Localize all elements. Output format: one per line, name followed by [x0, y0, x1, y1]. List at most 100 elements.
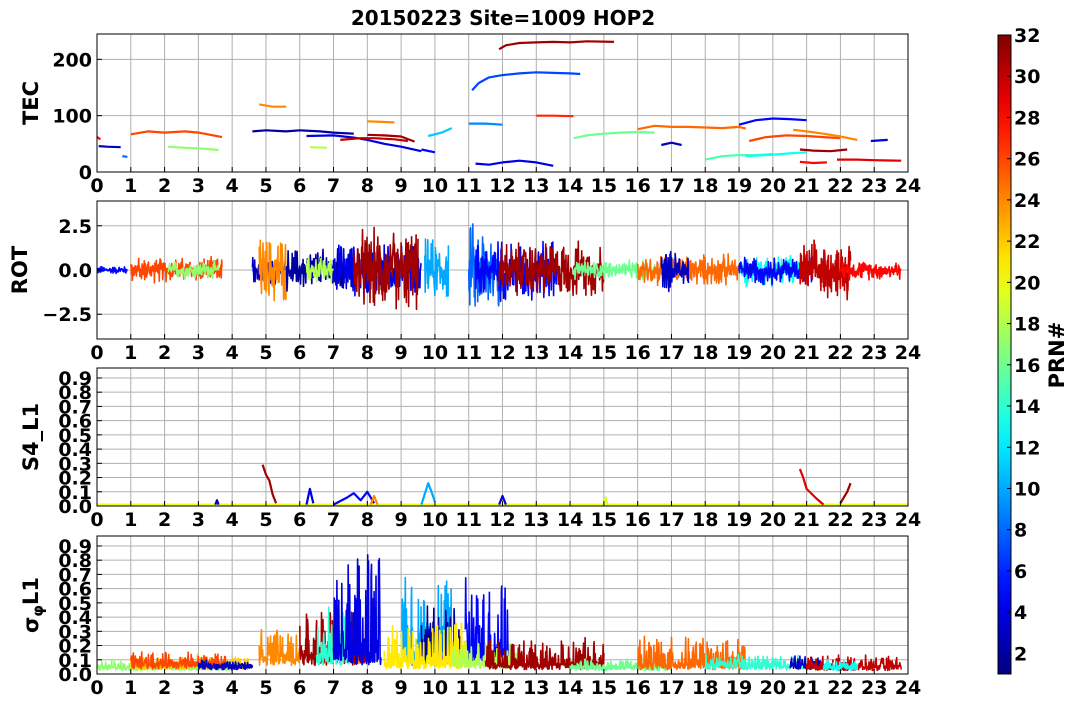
x-tick-label: 7 — [327, 509, 340, 531]
y-tick-label: 0 — [79, 162, 92, 184]
series-line-prn-4 — [332, 554, 382, 666]
series-line-prn-5 — [421, 148, 436, 154]
series-line-prn-11 — [427, 127, 453, 138]
x-tick-label: 1 — [124, 175, 137, 197]
x-tick-label: 15 — [591, 175, 617, 197]
x-tick-label: 19 — [726, 509, 752, 531]
series-line-prn-31 — [799, 148, 848, 153]
panel-0: 0 1 2 3 4 5 6 7 8 9 10 11 12 13 14 15 16 17 18 19 20 21 22 23 24… — [19, 33, 921, 197]
x-tick-label: 24 — [895, 175, 921, 197]
x-tick-label: 14 — [557, 509, 583, 531]
series-line-prn-2 — [252, 129, 354, 135]
x-tick-label: 7 — [327, 342, 340, 364]
x-tick-label: 9 — [395, 342, 408, 364]
x-tick-label: 5 — [259, 677, 272, 699]
x-tick-label: 20 — [760, 342, 786, 364]
x-tick-label: 4 — [226, 509, 239, 531]
y-axis-label: ROT — [8, 245, 32, 294]
series-line-prn-31 — [839, 482, 852, 504]
panel-2: 0 1 2 3 4 5 6 7 8 9 10 11 12 13 14 15 16 17 18 19 20 21 22 23 24… — [19, 367, 921, 531]
x-tick-label: 11 — [455, 509, 481, 531]
series-line-prn-26 — [748, 134, 841, 143]
x-tick-label: 21 — [793, 677, 819, 699]
x-tick-label: 3 — [192, 509, 205, 531]
x-tick-label: 17 — [658, 175, 684, 197]
x-tick-label: 0 — [90, 342, 103, 364]
x-tick-label: 18 — [692, 677, 718, 699]
series-line-prn-7 — [471, 71, 581, 92]
x-tick-label: 16 — [624, 175, 650, 197]
colorbar-tick-label: 28 — [1014, 107, 1040, 129]
x-tick-label: 12 — [489, 175, 515, 197]
y-tick-label: 100 — [52, 106, 92, 128]
x-tick-label: 7 — [327, 175, 340, 197]
series-group — [97, 223, 902, 311]
x-tick-label: 17 — [658, 509, 684, 531]
series-line-prn-3 — [98, 145, 121, 149]
series-line-prn-25 — [637, 124, 747, 131]
x-tick-label: 19 — [726, 342, 752, 364]
series-line-prn-29 — [798, 468, 825, 506]
series-line-prn-3 — [660, 250, 690, 293]
colorbar: 2468101214161820222426283032PRN# — [997, 25, 1069, 675]
colorbar-bar — [997, 34, 1012, 675]
x-tick-label: 22 — [827, 175, 853, 197]
x-tick-label: 15 — [591, 677, 617, 699]
x-tick-label: 7 — [327, 677, 340, 699]
chart-title: 20150223 Site=1009 HOP2 — [351, 6, 655, 30]
x-tick-label: 16 — [624, 342, 650, 364]
series-line-prn-4 — [475, 159, 554, 167]
panel-3: 0 1 2 3 4 5 6 7 8 9 10 11 12 13 14 15 16 17 18 19 20 21 22 23 24… — [19, 535, 921, 699]
x-tick-label: 23 — [861, 175, 887, 197]
series-line-prn-17 — [167, 145, 219, 152]
x-tick-label: 22 — [827, 677, 853, 699]
x-tick-label: 5 — [259, 509, 272, 531]
colorbar-tick-label: 6 — [1014, 561, 1027, 583]
x-tick-label: 18 — [692, 342, 718, 364]
x-tick-label: 13 — [523, 509, 549, 531]
colorbar-tick-label: 24 — [1014, 190, 1040, 212]
x-tick-label: 9 — [395, 677, 408, 699]
x-tick-label: 9 — [395, 175, 408, 197]
x-tick-label: 23 — [861, 509, 887, 531]
colorbar-tick-label: 18 — [1014, 314, 1040, 336]
x-tick-label: 23 — [861, 677, 887, 699]
x-tick-label: 21 — [793, 175, 819, 197]
x-tick-label: 19 — [726, 175, 752, 197]
panel-1: 0 1 2 3 4 5 6 7 8 9 10 11 12 13 14 15 16 17 18 19 20 21 22 23 24… — [8, 200, 921, 364]
series-line-prn-31 — [261, 464, 278, 504]
x-tick-label: 8 — [361, 677, 374, 699]
series-line-prn-4 — [870, 138, 888, 143]
series-line-prn-24 — [258, 628, 301, 667]
x-tick-label: 18 — [692, 175, 718, 197]
x-tick-label: 12 — [489, 342, 515, 364]
x-tick-label: 20 — [760, 175, 786, 197]
series-line-prn-24 — [259, 103, 287, 108]
x-tick-label: 5 — [259, 175, 272, 197]
series-line-prn-10 — [424, 238, 450, 297]
colorbar-tick-label: 20 — [1014, 272, 1040, 294]
x-tick-label: 1 — [124, 677, 137, 699]
y-tick-label: −2.5 — [42, 304, 92, 326]
series-line-prn-10 — [420, 482, 436, 505]
x-tick-label: 2 — [158, 509, 171, 531]
x-tick-label: 3 — [192, 677, 205, 699]
x-tick-label: 0 — [90, 509, 103, 531]
x-tick-label: 4 — [226, 342, 239, 364]
panels-group: 0 1 2 3 4 5 6 7 8 9 10 11 12 13 14 15 16 17 18 19 20 21 22 23 24… — [8, 33, 921, 699]
x-tick-label: 15 — [591, 342, 617, 364]
x-tick-label: 3 — [192, 342, 205, 364]
x-tick-label: 21 — [793, 342, 819, 364]
x-tick-label: 8 — [361, 175, 374, 197]
x-tick-label: 12 — [489, 677, 515, 699]
x-tick-label: 10 — [422, 509, 448, 531]
x-tick-label: 16 — [624, 509, 650, 531]
colorbar-tick-label: 10 — [1014, 478, 1040, 500]
series-line-prn-31 — [353, 226, 419, 311]
y-axis-label: TEC — [19, 81, 43, 125]
x-tick-label: 21 — [793, 509, 819, 531]
y-tick-label: 0.9 — [58, 536, 92, 558]
x-tick-label: 12 — [489, 509, 515, 531]
x-tick-label: 14 — [557, 342, 583, 364]
series-group — [97, 40, 902, 167]
